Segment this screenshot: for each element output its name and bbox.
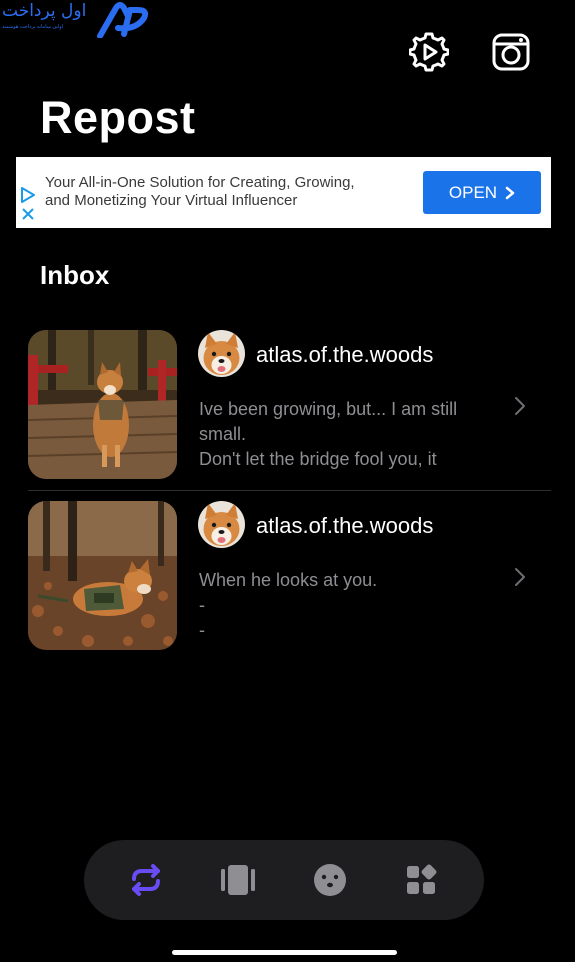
caption-line: Ive been growing, but... I am still [199, 399, 458, 419]
caption-line: When he looks at you. [199, 570, 378, 590]
tab-stories[interactable] [219, 861, 257, 899]
close-icon[interactable] [21, 207, 35, 221]
instagram-camera-icon [492, 33, 530, 71]
avatar [198, 330, 245, 377]
username: atlas.of.the.woods [256, 342, 434, 367]
repost-arrows-icon [132, 864, 160, 896]
caption-line: small. [199, 424, 247, 444]
shiba-avatar-image [198, 501, 245, 548]
avatar [198, 501, 245, 548]
inbox-item[interactable]: atlas.of.the.woods Ive been growing, but… [28, 330, 551, 480]
page-title: Repost [40, 92, 196, 143]
chevron-right-icon [515, 568, 525, 586]
bottom-tab-bar [84, 840, 484, 920]
ad-open-label: OPEN [448, 182, 498, 202]
shiba-avatar-image [198, 330, 245, 377]
home-indicator [172, 950, 397, 955]
dog-on-bridge-image [28, 330, 177, 479]
watermark-subtext: اولین سامانه پرداخت هوشمند [2, 24, 63, 30]
ad-text-line1: Your All-in-One Solution for Creating, G… [45, 174, 355, 191]
post-caption-preview: Ive been growing, but... I am still smal… [199, 397, 519, 472]
tab-face[interactable] [311, 861, 349, 899]
tab-repost[interactable] [127, 861, 165, 899]
tab-apps[interactable] [402, 861, 440, 899]
caption-line: - [199, 620, 205, 640]
face-icon [314, 864, 346, 896]
chevron-right-icon [515, 397, 525, 415]
post-thumbnail [28, 330, 177, 479]
ad-open-button[interactable]: OPEN [423, 171, 541, 214]
apps-grid-icon [407, 864, 437, 894]
username: atlas.of.the.woods [256, 513, 434, 538]
ad-choices-icon[interactable] [20, 186, 36, 204]
post-caption-preview: When he looks at you. - - [199, 568, 519, 643]
ad-text: Your All-in-One Solution for Creating, G… [45, 174, 425, 210]
caption-line: - [199, 595, 205, 615]
chevron-right-icon [505, 186, 515, 199]
settings-play-icon [408, 32, 450, 72]
ad-text-line2: and Monetizing Your Virtual Influencer [45, 192, 298, 209]
inbox-title: Inbox [40, 260, 110, 290]
watermark-ap-icon [97, 2, 149, 38]
post-thumbnail [28, 501, 177, 650]
ad-banner[interactable]: Your All-in-One Solution for Creating, G… [16, 157, 551, 228]
watermark-logo: اول پرداخت اولین سامانه پرداخت هوشمند [0, 0, 155, 42]
inbox-item[interactable]: atlas.of.the.woods When he looks at you.… [28, 501, 551, 651]
instagram-button[interactable] [491, 32, 531, 72]
settings-button[interactable] [408, 32, 450, 72]
caption-line: Don't let the bridge fool you, it [199, 449, 437, 469]
watermark-text: اول پرداخت [2, 1, 87, 21]
stories-cards-icon [221, 865, 255, 895]
dog-in-leaves-image [28, 501, 177, 650]
divider [28, 490, 551, 491]
